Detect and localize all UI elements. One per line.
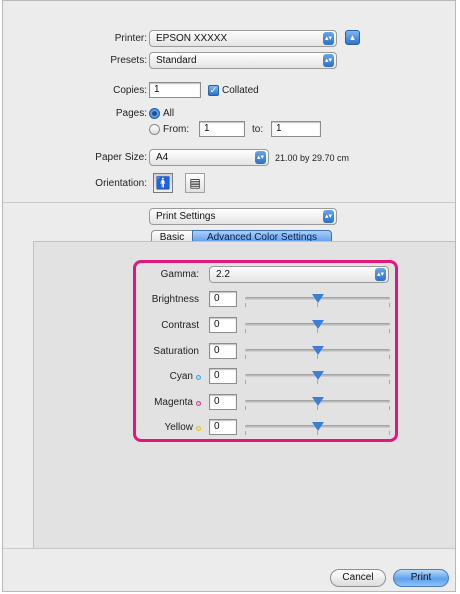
popup-arrow-icon: ▴▾ [323, 32, 334, 45]
popup-arrow-icon: ▴▾ [323, 54, 334, 67]
paper-size-value: A4 [156, 152, 169, 163]
presets-label: Presets: [110, 55, 147, 66]
copies-field[interactable]: 1 [149, 82, 201, 98]
pages-to-field[interactable]: 1 [271, 121, 321, 137]
pages-all-radio[interactable] [149, 108, 160, 119]
print-label: Print [410, 572, 432, 583]
print-button[interactable]: Print [393, 569, 449, 587]
pages-from-field[interactable]: 1 [199, 121, 245, 137]
printer-popup[interactable]: EPSON XXXXX ▴▾ [149, 30, 337, 47]
paper-dimensions: 21.00 by 29.70 cm [275, 153, 350, 163]
pages-from-value: 1 [204, 123, 210, 134]
landscape-icon: ▤ [189, 176, 201, 190]
pages-from-label: From: [163, 124, 190, 135]
pages-to-value: 1 [276, 123, 282, 134]
presets-value: Standard [156, 55, 197, 66]
color-adjustments-highlight [133, 260, 398, 442]
panel-select-popup[interactable]: Print Settings ▴▾ [149, 208, 337, 225]
paper-size-label: Paper Size: [95, 152, 147, 163]
separator [3, 548, 455, 549]
popup-arrow-icon: ▴▾ [255, 151, 266, 164]
collated-checkbox[interactable]: ✓ [208, 85, 219, 96]
separator [3, 202, 455, 203]
paper-size-popup[interactable]: A4 ▴▾ [149, 149, 269, 166]
orientation-label: Orientation: [95, 178, 147, 189]
printer-value: EPSON XXXXX [156, 33, 228, 44]
printer-label: Printer: [114, 33, 147, 44]
disclosure-triangle-icon: ▲ [348, 33, 357, 42]
collated-label: Collated [222, 85, 259, 96]
print-dialog: Printer: EPSON XXXXX ▴▾ ▲ Presets: Stand… [2, 0, 456, 592]
copies-label: Copies: [113, 85, 147, 96]
portrait-icon: 🚹 [155, 176, 171, 190]
popup-arrow-icon: ▴▾ [323, 210, 334, 223]
pages-to-label: to: [252, 124, 264, 135]
cancel-button[interactable]: Cancel [330, 569, 386, 587]
pages-all-label: All [163, 108, 175, 119]
printer-expand-button[interactable]: ▲ [345, 30, 360, 45]
presets-popup[interactable]: Standard ▴▾ [149, 52, 337, 69]
pages-from-radio[interactable] [149, 124, 160, 135]
cancel-label: Cancel [342, 572, 374, 583]
pages-label: Pages: [115, 108, 147, 119]
copies-value: 1 [154, 84, 160, 95]
panel-select-value: Print Settings [156, 211, 216, 222]
orientation-landscape-button[interactable]: ▤ [185, 173, 205, 193]
orientation-portrait-button[interactable]: 🚹 [153, 173, 173, 193]
